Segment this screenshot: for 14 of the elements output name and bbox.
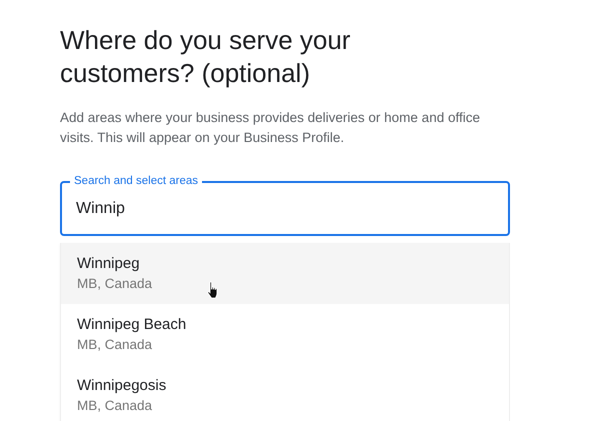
place-name: Winnipegosis xyxy=(77,376,168,396)
place-region: MB, Canada xyxy=(77,336,152,354)
description-text: Add areas where your business provides deliveries or home and office visits. This will appear on your Business Profile. xyxy=(60,109,481,147)
place-region: MB, Canada xyxy=(77,275,152,293)
page-heading: Where do you serve your customers? (optional) xyxy=(60,24,352,90)
suggestion-item[interactable]: Winnipeg MB, Canada xyxy=(61,243,509,304)
suggestion-item[interactable]: Winnipegosis MB, Canada xyxy=(61,365,509,421)
search-input[interactable]: Winnip xyxy=(76,200,494,218)
search-field[interactable]: Search and select areas Winnip xyxy=(60,174,510,236)
place-name: Winnipeg Beach xyxy=(77,315,188,335)
suggestion-item[interactable]: Winnipeg Beach MB, Canada xyxy=(61,304,509,365)
place-region: MB, Canada xyxy=(77,397,152,415)
place-name: Winnipeg xyxy=(77,254,141,274)
hand-cursor-icon xyxy=(206,281,220,299)
